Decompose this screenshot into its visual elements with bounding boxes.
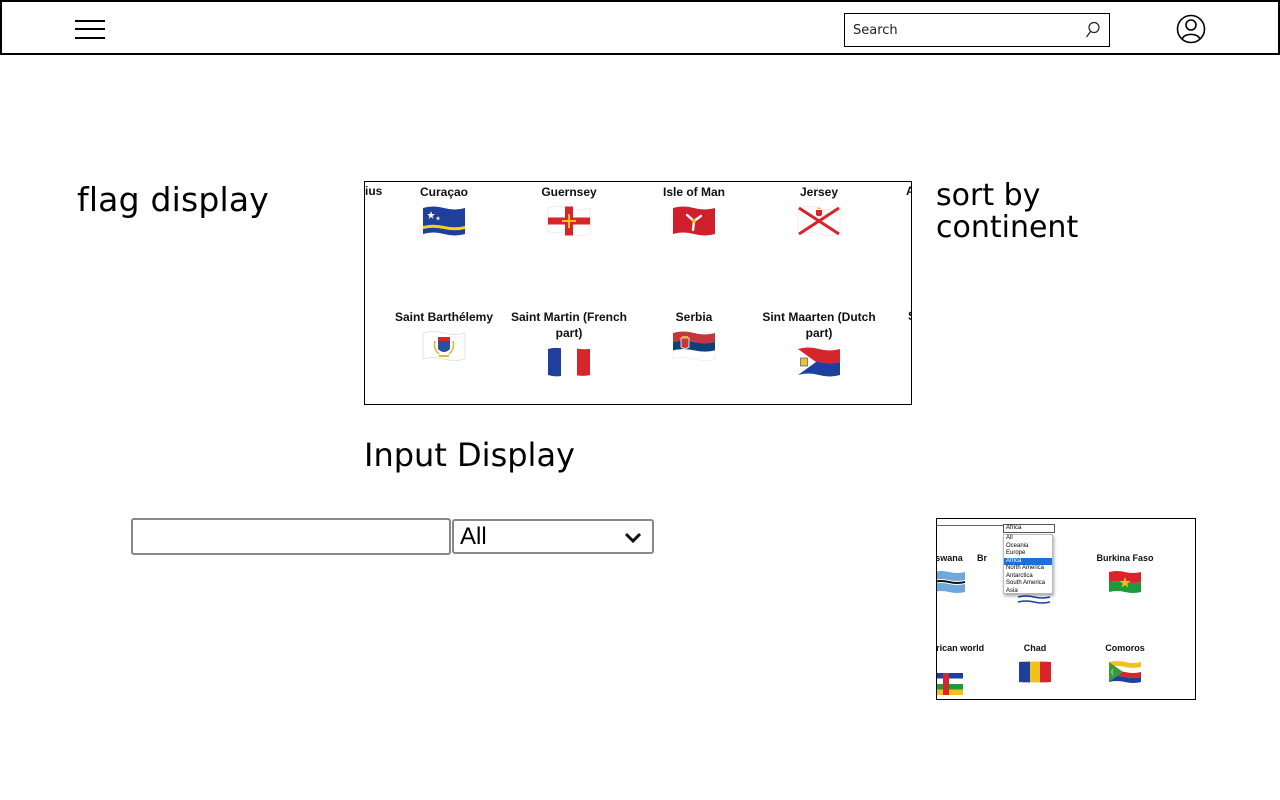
comoros-flag-icon <box>1109 661 1141 683</box>
country-card: Saint Martin (French part) <box>507 309 631 379</box>
cropped-country-label: S <box>908 309 911 323</box>
country-card: Saint Barthélemy <box>382 309 506 363</box>
input-display-heading: Input Display <box>364 436 575 474</box>
dropdown-option: All <box>1006 535 1013 541</box>
dropdown-option: Europe <box>1006 550 1026 556</box>
dropdown-option: Asia <box>1006 587 1018 594</box>
country-name: Chad <box>1023 643 1047 653</box>
country-card: Isle of Man <box>632 184 756 238</box>
country-card: Guernsey <box>507 184 631 238</box>
sort-by-continent-preview: swana Br cean Burkina Faso al African wo… <box>936 518 1196 700</box>
divider <box>937 525 1005 526</box>
country-name: Sint Maarten (Dutch part) <box>762 310 876 340</box>
isle-of-man-flag-icon <box>673 206 715 236</box>
continent-select[interactable]: All <box>452 519 654 554</box>
search-icon[interactable] <box>1085 21 1101 39</box>
chad-flag-icon <box>1019 661 1051 683</box>
country-name: Serbia <box>675 310 713 324</box>
saint-martin-flag-icon <box>548 347 590 377</box>
search-box[interactable] <box>844 13 1110 47</box>
sint-maarten-flag-icon <box>798 347 840 377</box>
continent-select-value: All <box>460 523 487 550</box>
country-name: al African world <box>936 643 985 653</box>
country-card: Comoros <box>1085 643 1165 685</box>
curacao-flag-icon <box>423 206 465 236</box>
guernsey-flag-icon <box>547 206 591 236</box>
sort-by-continent-heading: sort by continent <box>936 178 1079 245</box>
dropdown-option: North America <box>1006 565 1045 571</box>
cropped-country-label: ius <box>365 184 383 198</box>
country-name: Guernsey <box>541 185 597 199</box>
dropdown-option: South America <box>1006 580 1046 586</box>
user-account-icon[interactable] <box>1176 14 1206 44</box>
chevron-down-icon <box>624 532 642 544</box>
hamburger-menu-icon[interactable] <box>74 18 106 42</box>
country-card: Chad <box>995 643 1075 685</box>
continent-select-value: Africa <box>1006 525 1022 531</box>
flag-display-heading: flag display <box>77 180 270 219</box>
country-name: swana <box>936 553 963 563</box>
flag-display-preview: ius A S Curaçao Guernsey Isle of Man Jer… <box>364 181 912 405</box>
country-name: Saint Martin (French part) <box>510 310 627 340</box>
dropdown-option-selected: Africa <box>1004 557 1052 565</box>
serbia-flag-icon <box>672 331 716 361</box>
continent-select-preview: Africa <box>1003 524 1055 533</box>
country-name-input[interactable] <box>131 518 451 555</box>
country-name: Saint Barthélemy <box>394 310 494 324</box>
country-name: Burkina Faso <box>1096 553 1154 563</box>
dropdown-option: Antarctica <box>1006 572 1033 579</box>
burkina-faso-flag-icon <box>1109 571 1141 593</box>
top-navbar <box>0 0 1280 55</box>
jersey-flag-icon <box>797 206 841 236</box>
country-card: Jersey <box>757 184 881 238</box>
cropped-country-label: A <box>906 184 911 198</box>
country-name: Comoros <box>1105 643 1145 653</box>
dropdown-option: Oceania <box>1006 542 1029 549</box>
country-name: Jersey <box>799 185 839 199</box>
country-card: Burkina Faso <box>1085 553 1165 595</box>
country-name: Isle of Man <box>662 185 725 199</box>
country-card: al African world <box>936 643 987 654</box>
saint-barthelemy-flag-icon <box>422 331 466 361</box>
continent-dropdown-list: All Oceania Europe Africa North America … <box>1003 534 1053 594</box>
country-card: Serbia <box>632 309 756 363</box>
botswana-flag-icon <box>937 571 965 593</box>
country-card: Sint Maarten (Dutch part) <box>757 309 881 379</box>
country-name: Curaçao <box>419 185 469 199</box>
country-name: Br <box>977 553 988 563</box>
country-card: Curaçao <box>382 184 506 238</box>
central-african-flag-icon <box>937 673 963 695</box>
search-input[interactable] <box>845 14 1077 46</box>
